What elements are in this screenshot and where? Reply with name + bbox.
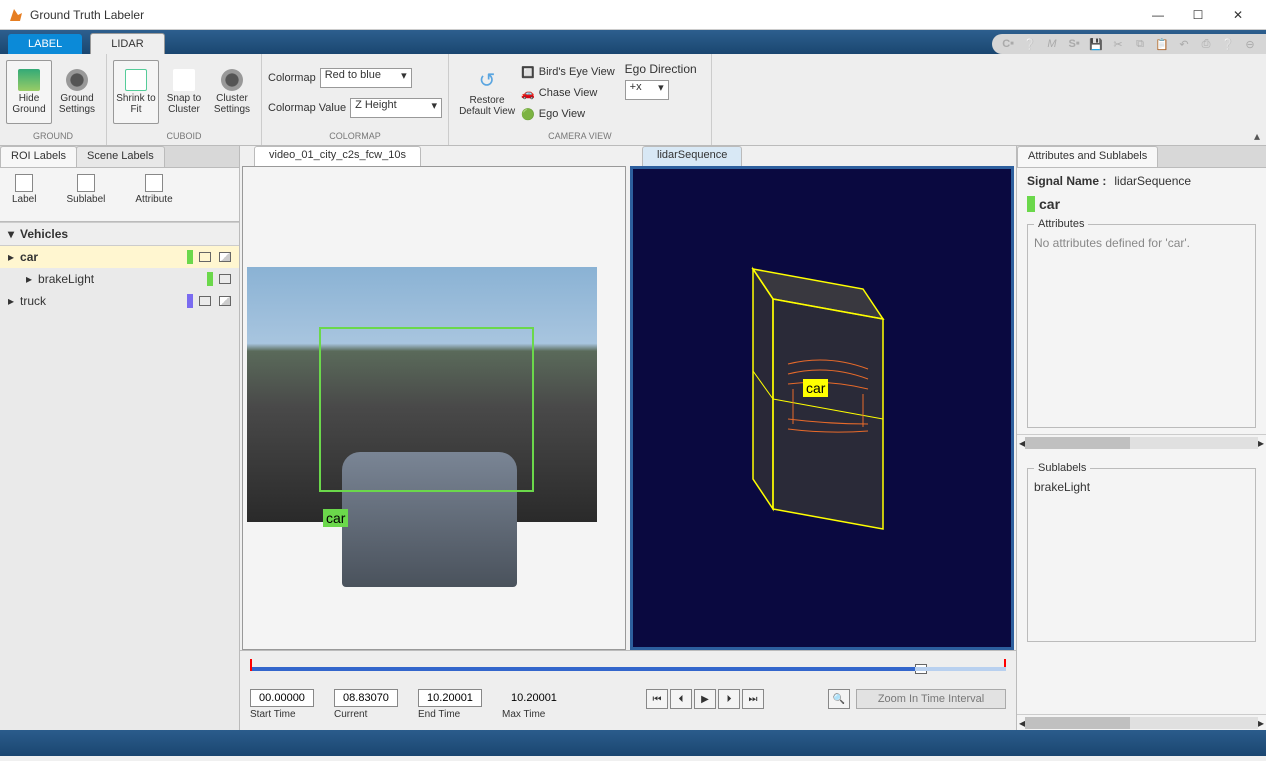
chase-view-button[interactable]: 🚗Chase View xyxy=(521,83,615,103)
left-panel: ROI Labels Scene Labels Label Sublabel A… xyxy=(0,146,240,730)
colormap-select[interactable]: Red to blue ▾ xyxy=(320,68,412,88)
tab-attributes-sublabels[interactable]: Attributes and Sublabels xyxy=(1017,146,1158,167)
help2-icon[interactable]: ❔ xyxy=(1220,36,1236,52)
help-icon[interactable]: ❔ xyxy=(1022,36,1038,52)
cuboid-car-label: car xyxy=(803,379,828,397)
cut-icon[interactable]: ✂ xyxy=(1110,36,1126,52)
end-time-input[interactable] xyxy=(418,689,482,707)
lidar-viewport[interactable]: car xyxy=(630,166,1014,650)
video-viewport[interactable]: car xyxy=(242,166,626,650)
right-panel: Attributes and Sublabels Signal Name : li… xyxy=(1016,146,1266,730)
zoom-time-interval-button[interactable]: Zoom In Time Interval xyxy=(856,689,1006,709)
add-label-button[interactable]: Label xyxy=(12,174,36,215)
tab-roi-labels[interactable]: ROI Labels xyxy=(0,146,77,167)
undo-icon[interactable]: ↶ xyxy=(1176,36,1192,52)
window-title: Ground Truth Labeler xyxy=(30,8,1138,22)
add-attribute-button[interactable]: Attribute xyxy=(135,174,172,215)
step-back-button[interactable]: ⏴ xyxy=(670,689,692,709)
close-button[interactable]: ✕ xyxy=(1218,0,1258,30)
toolstrip: Hide Ground Ground Settings GROUND Shrin… xyxy=(0,54,1266,146)
tab-label[interactable]: LABEL xyxy=(8,34,82,54)
start-time-input[interactable] xyxy=(250,689,314,707)
signal-name-value: lidarSequence xyxy=(1114,174,1191,188)
time-scrubber[interactable] xyxy=(250,659,1006,679)
tab-scene-labels[interactable]: Scene Labels xyxy=(76,146,165,167)
ego-direction-select[interactable]: +x ▾ xyxy=(625,80,669,100)
print-icon[interactable]: ⎙ xyxy=(1198,36,1214,52)
doc-tab-lidar[interactable]: lidarSequence xyxy=(642,146,742,166)
colormap-value-select[interactable]: Z Height ▾ xyxy=(350,98,442,118)
hide-ground-button[interactable]: Hide Ground xyxy=(6,60,52,124)
save-icon[interactable]: 💾 xyxy=(1088,36,1104,52)
bbox-car[interactable] xyxy=(319,327,534,492)
ground-settings-button[interactable]: Ground Settings xyxy=(54,60,100,124)
play-button[interactable]: ▶ xyxy=(694,689,716,709)
m-icon[interactable]: M xyxy=(1044,36,1060,52)
gear-icon[interactable]: ⊖ xyxy=(1242,36,1258,52)
signal-name-label: Signal Name : xyxy=(1027,174,1106,188)
attributes-fieldset: Attributes No attributes defined for 'ca… xyxy=(1027,218,1256,428)
add-sublabel-button[interactable]: Sublabel xyxy=(66,174,105,215)
attributes-scrollbar[interactable]: ◂▸ xyxy=(1017,434,1266,450)
sublabels-scrollbar[interactable]: ◂▸ xyxy=(1017,714,1266,730)
bbox-car-label: car xyxy=(323,509,348,527)
max-time-display xyxy=(502,689,566,707)
group-vehicles[interactable]: ▾Vehicles xyxy=(0,222,239,246)
collapse-toolstrip-icon[interactable]: ▴ xyxy=(1254,129,1260,143)
chase-icon: 🚗 xyxy=(521,87,535,100)
attributes-empty-text: No attributes defined for 'car'. xyxy=(1034,236,1249,250)
maximize-button[interactable]: ☐ xyxy=(1178,0,1218,30)
sublabel-item-brakelight[interactable]: brakeLight xyxy=(1034,480,1249,494)
copy-icon[interactable]: ⧉ xyxy=(1132,36,1148,52)
doc-tab-video[interactable]: video_01_city_c2s_fcw_10s xyxy=(254,146,421,166)
label-item-car[interactable]: ▸car xyxy=(0,246,239,268)
timeline: Start Time Current End Time Max Time ⏮ ⏴… xyxy=(240,650,1016,730)
cluster-settings-button[interactable]: Cluster Settings xyxy=(209,60,255,124)
sublabels-fieldset: Sublabels brakeLight xyxy=(1027,462,1256,642)
selected-label-badge: car xyxy=(1027,196,1256,212)
scrub-thumb[interactable] xyxy=(915,664,927,674)
goto-end-button[interactable]: ⏭ xyxy=(742,689,764,709)
minimize-button[interactable]: — xyxy=(1138,0,1178,30)
restore-default-view-button[interactable]: ↺Restore Default View xyxy=(455,60,519,124)
step-fwd-button[interactable]: ⏵ xyxy=(718,689,740,709)
quick-access-toolbar: C■ ❔ M S■ 💾 ✂ ⧉ 📋 ↶ ⎙ ❔ ⊖ xyxy=(992,34,1266,54)
snap-to-cluster-button[interactable]: Snap to Cluster xyxy=(161,60,207,124)
c-icon[interactable]: C■ xyxy=(1000,36,1016,52)
ribbon-tabs: LABEL LIDAR C■ ❔ M S■ 💾 ✂ ⧉ 📋 ↶ ⎙ ❔ ⊖ xyxy=(0,30,1266,54)
label-item-truck[interactable]: ▸truck xyxy=(0,290,239,312)
label-item-brakelight[interactable]: ▸brakeLight xyxy=(0,268,239,290)
title-bar: Ground Truth Labeler — ☐ ✕ xyxy=(0,0,1266,30)
bev-icon: 🔲 xyxy=(521,66,535,79)
birds-eye-view-button[interactable]: 🔲Bird's Eye View xyxy=(521,62,615,82)
status-bar xyxy=(0,730,1266,756)
ego-icon: 🟢 xyxy=(521,108,535,121)
zoom-settings-button[interactable]: 🔍 xyxy=(828,689,850,709)
ego-view-button[interactable]: 🟢Ego View xyxy=(521,104,615,124)
tab-lidar[interactable]: LIDAR xyxy=(90,33,164,54)
goto-start-button[interactable]: ⏮ xyxy=(646,689,668,709)
s-icon[interactable]: S■ xyxy=(1066,36,1082,52)
current-time-input[interactable] xyxy=(334,689,398,707)
shrink-to-fit-button[interactable]: Shrink to Fit xyxy=(113,60,159,124)
matlab-icon xyxy=(8,7,24,23)
ego-direction-label: Ego Direction xyxy=(625,62,697,76)
paste-icon[interactable]: 📋 xyxy=(1154,36,1170,52)
